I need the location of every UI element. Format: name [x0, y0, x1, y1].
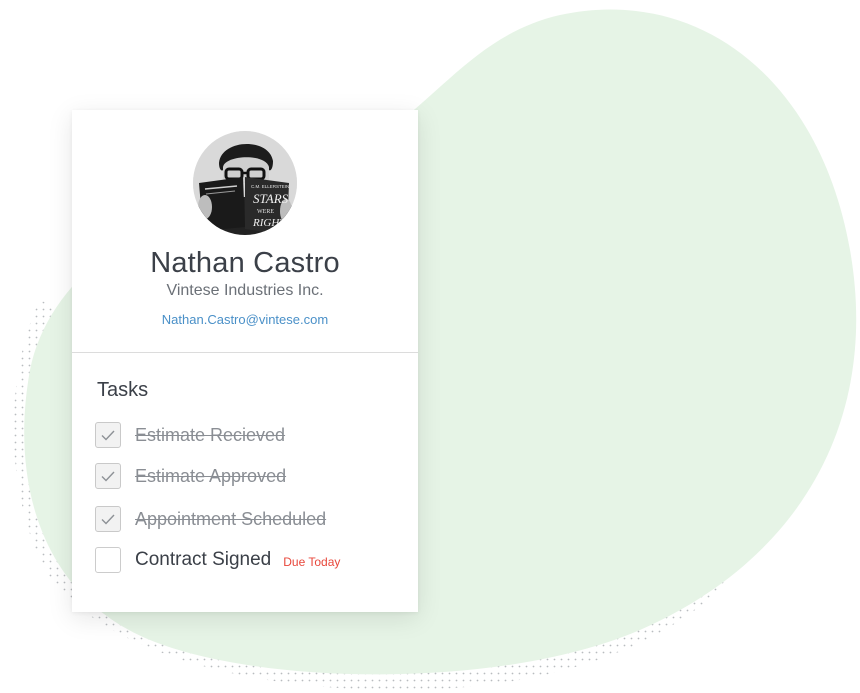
- contact-card: C.M. ELLERSTEIN STARS WERE RIGHT Nathan …: [72, 110, 418, 612]
- avatar[interactable]: C.M. ELLERSTEIN STARS WERE RIGHT: [193, 131, 297, 235]
- tasks-heading: Tasks: [97, 379, 149, 401]
- task-item[interactable]: Estimate Approved: [95, 462, 286, 490]
- task-checkbox-checked[interactable]: [95, 463, 121, 489]
- divider: [72, 352, 418, 353]
- avatar-photo: C.M. ELLERSTEIN STARS WERE RIGHT: [193, 131, 297, 235]
- task-item[interactable]: Contract Signed Due Today: [95, 546, 340, 574]
- book-title-end: RIGHT: [252, 217, 286, 229]
- task-label: Contract Signed: [135, 549, 272, 570]
- book-author: C.M. ELLERSTEIN: [251, 184, 289, 189]
- task-item[interactable]: Appointment Scheduled: [95, 505, 326, 533]
- check-icon: [101, 471, 115, 482]
- task-label: Appointment Scheduled: [135, 508, 327, 529]
- contact-company: Vintese Industries Inc.: [166, 282, 324, 299]
- check-icon: [101, 514, 115, 525]
- check-icon: [101, 430, 115, 441]
- task-label: Estimate Recieved: [135, 424, 286, 445]
- contact-name: Nathan Castro: [150, 247, 340, 279]
- task-item[interactable]: Estimate Recieved: [95, 421, 285, 449]
- due-badge: Due Today: [283, 555, 341, 569]
- book-title-sub: WERE: [257, 209, 274, 215]
- task-checkbox-checked[interactable]: [95, 506, 121, 532]
- task-checkbox-checked[interactable]: [95, 422, 121, 448]
- task-label: Estimate Approved: [135, 465, 287, 486]
- contact-email-link[interactable]: Nathan.Castro@vintese.com: [72, 312, 418, 328]
- book-title: STARS: [253, 191, 289, 206]
- task-checkbox-unchecked[interactable]: [95, 547, 121, 573]
